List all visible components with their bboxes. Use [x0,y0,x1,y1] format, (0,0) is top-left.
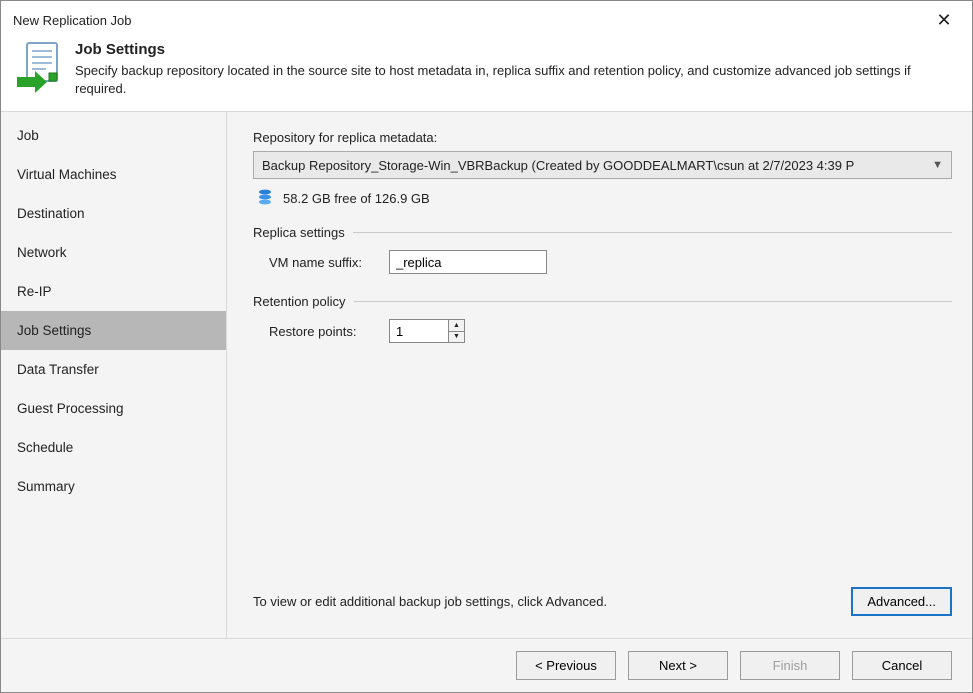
stepper-up-icon[interactable]: ▲ [449,320,464,332]
sidebar: Job Virtual Machines Destination Network… [1,112,227,638]
advanced-button[interactable]: Advanced... [851,587,952,616]
header: Job Settings Specify backup repository l… [1,33,972,112]
header-text: Job Settings Specify backup repository l… [75,41,958,97]
previous-button[interactable]: < Previous [516,651,616,680]
sidebar-item-virtual-machines[interactable]: Virtual Machines [1,155,226,194]
restore-points-label: Restore points: [269,324,379,339]
footer: < Previous Next > Finish Cancel [1,638,972,692]
restore-points-input[interactable] [390,320,448,342]
dialog-window: New Replication Job ✕ Job Settings Speci… [0,0,973,693]
retention-policy-group: Retention policy Restore points: ▲ ▼ [253,294,952,343]
sidebar-item-data-transfer[interactable]: Data Transfer [1,350,226,389]
sidebar-item-job-settings[interactable]: Job Settings [1,311,226,350]
sidebar-item-destination[interactable]: Destination [1,194,226,233]
sidebar-item-schedule[interactable]: Schedule [1,428,226,467]
repository-selected: Backup Repository_Storage-Win_VBRBackup … [262,158,854,173]
window-title: New Replication Job [13,13,132,28]
chevron-down-icon: ▼ [932,159,943,171]
job-settings-icon [15,41,61,93]
retention-title: Retention policy [253,294,346,309]
finish-button: Finish [740,651,840,680]
replica-settings-group: Replica settings VM name suffix: [253,225,952,274]
replica-settings-title: Replica settings [253,225,345,240]
close-icon[interactable]: ✕ [926,11,962,29]
sidebar-item-network[interactable]: Network [1,233,226,272]
repository-dropdown[interactable]: Backup Repository_Storage-Win_VBRBackup … [253,151,952,179]
repository-label: Repository for replica metadata: [253,130,952,145]
page-description: Specify backup repository located in the… [75,62,958,97]
sidebar-item-job[interactable]: Job [1,116,226,155]
vm-suffix-label: VM name suffix: [269,255,379,270]
vm-suffix-input[interactable] [389,250,547,274]
storage-text: 58.2 GB free of 126.9 GB [283,191,430,206]
advanced-hint-row: To view or edit additional backup job se… [253,587,952,626]
sidebar-item-summary[interactable]: Summary [1,467,226,506]
sidebar-item-re-ip[interactable]: Re-IP [1,272,226,311]
divider [353,232,952,233]
divider [354,301,953,302]
main-panel: Repository for replica metadata: Backup … [227,112,972,638]
page-title: Job Settings [75,41,958,58]
stepper-down-icon[interactable]: ▼ [449,332,464,343]
cancel-button[interactable]: Cancel [852,651,952,680]
restore-points-stepper[interactable]: ▲ ▼ [389,319,465,343]
sidebar-item-guest-processing[interactable]: Guest Processing [1,389,226,428]
titlebar: New Replication Job ✕ [1,1,972,33]
storage-info: 58.2 GB free of 126.9 GB [257,189,952,207]
body: Job Virtual Machines Destination Network… [1,112,972,638]
advanced-hint: To view or edit additional backup job se… [253,594,607,609]
disk-stack-icon [257,189,273,207]
next-button[interactable]: Next > [628,651,728,680]
